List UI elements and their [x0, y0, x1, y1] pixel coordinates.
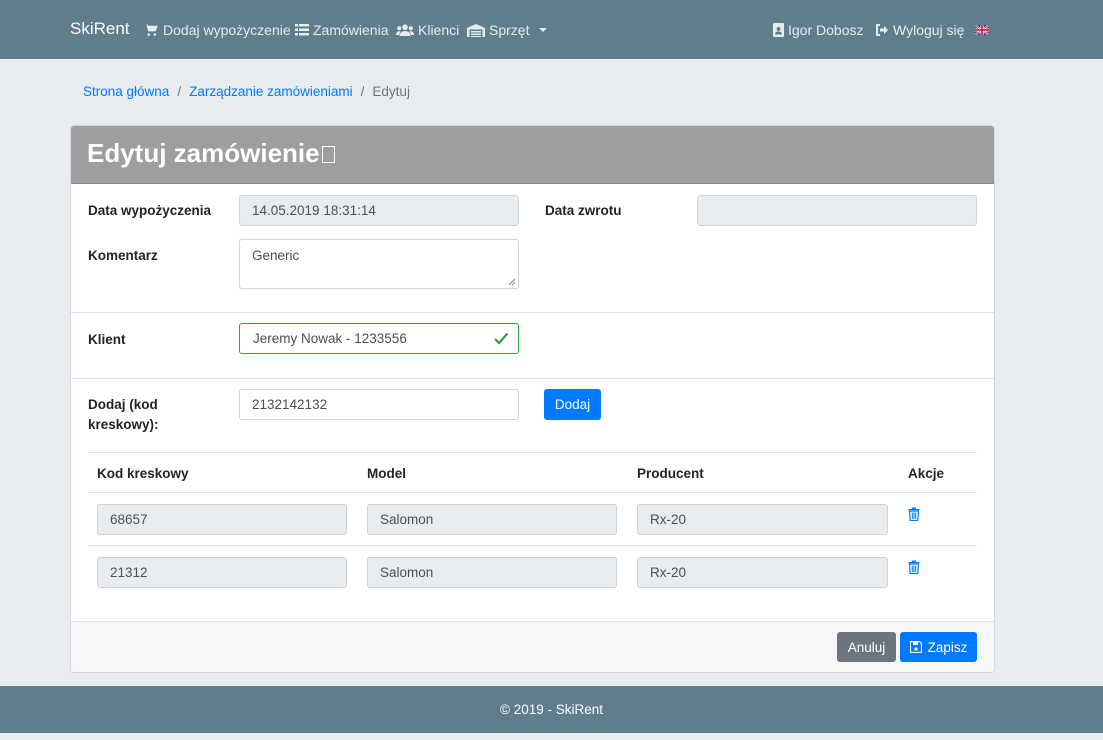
table-header-model: Model — [367, 466, 406, 481]
row-model-value: Salomon — [380, 565, 434, 580]
table-row-border — [88, 545, 977, 546]
nav-logout-label: Wyloguj się — [893, 22, 965, 38]
client-label: Klient — [88, 332, 126, 347]
nav-clients-label: Klienci — [418, 22, 460, 38]
row-barcode-field: 68657 — [97, 504, 347, 535]
client-select[interactable]: Jeremy Nowak - 1233556 — [239, 323, 519, 354]
nav-add-rental-label: Dodaj wypożyczenie — [163, 22, 291, 38]
id-badge-icon — [773, 23, 784, 37]
row-producer-field: Rx-20 — [637, 504, 888, 535]
chevron-down-icon — [539, 28, 548, 32]
card-header: Edytuj zamówienie — [71, 126, 994, 184]
breadcrumb-orders[interactable]: Zarządzanie zamówieniami — [189, 84, 353, 99]
page-title-text: Edytuj zamówienie — [87, 138, 320, 168]
breadcrumb: Strona główna / Zarządzanie zamówieniami… — [70, 72, 995, 111]
comment-label: Komentarz — [88, 248, 158, 263]
barcode-input[interactable]: 2132142132 — [239, 389, 519, 420]
cart-icon — [144, 24, 158, 36]
nav-user-profile[interactable]: Igor Dobosz — [773, 22, 863, 38]
bottom-strip — [0, 733, 1103, 740]
save-button-label: Zapisz — [927, 639, 968, 655]
list-icon — [295, 24, 309, 36]
nav-add-rental[interactable]: Dodaj wypożyczenie — [144, 22, 291, 38]
save-icon — [909, 641, 922, 653]
table-header-border — [88, 492, 977, 493]
nav-logout[interactable]: Wyloguj się — [875, 22, 964, 38]
nav-clients[interactable]: Klienci — [396, 22, 459, 38]
breadcrumb-separator: / — [177, 84, 182, 99]
client-value: Jeremy Nowak - 1233556 — [253, 331, 407, 346]
row-model-field: Salomon — [367, 504, 617, 535]
footer-copyright: © 2019 - SkiRent — [500, 702, 603, 717]
section-divider — [71, 312, 994, 313]
nav-equipment-dropdown[interactable]: Sprzęt — [467, 22, 548, 38]
breadcrumb-home[interactable]: Strona główna — [83, 84, 169, 99]
row-barcode-value: 21312 — [110, 565, 148, 580]
brand-logo[interactable]: SkiRent — [70, 19, 130, 39]
rental-date-label: Data wypożyczenia — [88, 203, 212, 218]
row-producer-value: Rx-20 — [650, 565, 687, 580]
check-valid-icon — [494, 333, 508, 345]
edit-order-card: Edytuj zamówienie Data wypożyczenia 14.0… — [70, 125, 995, 673]
comment-textarea[interactable]: Generic — [239, 239, 519, 289]
page-footer: © 2019 - SkiRent — [0, 686, 1103, 733]
uk-flag-icon[interactable] — [975, 25, 989, 35]
table-header-barcode: Kod kreskowy — [97, 466, 189, 481]
return-date-label: Data zwrotu — [545, 203, 622, 218]
row-model-field: Salomon — [367, 557, 617, 588]
return-date-field — [697, 195, 977, 226]
page-title: Edytuj zamówienie — [87, 138, 335, 169]
nav-user-label: Igor Dobosz — [788, 22, 864, 38]
nav-equipment-label: Sprzęt — [489, 22, 530, 38]
save-button[interactable]: Zapisz — [900, 632, 977, 662]
comment-value: Generic — [252, 248, 300, 263]
top-navbar: SkiRent Dodaj wypożyczenie Zamówienia Kl… — [0, 0, 1103, 59]
table-header-actions: Akcje — [908, 466, 945, 481]
nav-orders-label: Zamówienia — [313, 22, 389, 38]
warehouse-icon — [467, 23, 485, 37]
cancel-button[interactable]: Anuluj — [837, 632, 896, 662]
add-barcode-button[interactable]: Dodaj — [544, 389, 601, 420]
table-top-border — [88, 452, 977, 453]
row-barcode-value: 68657 — [110, 512, 148, 527]
trash-icon[interactable] — [908, 560, 920, 574]
trash-icon[interactable] — [908, 507, 920, 521]
card-footer: Anuluj Zapisz — [71, 621, 994, 672]
users-icon — [396, 24, 414, 36]
breadcrumb-separator: / — [360, 84, 365, 99]
barcode-input-value: 2132142132 — [252, 397, 328, 412]
resize-grip-icon[interactable] — [508, 278, 516, 286]
table-header-producer: Producent — [637, 466, 704, 481]
row-producer-value: Rx-20 — [650, 512, 687, 527]
add-barcode-label: Dodaj (kod kreskowy): — [88, 397, 159, 432]
section-divider — [71, 378, 994, 379]
rental-date-field: 14.05.2019 18:31:14 — [239, 195, 519, 226]
nav-orders[interactable]: Zamówienia — [295, 22, 388, 38]
breadcrumb-current: Edytuj — [372, 84, 410, 99]
row-barcode-field: 21312 — [97, 557, 347, 588]
missing-glyph-icon — [321, 146, 335, 163]
row-model-value: Salomon — [380, 512, 434, 527]
sign-out-icon — [876, 24, 888, 36]
rental-date-value: 14.05.2019 18:31:14 — [252, 203, 376, 218]
row-producer-field: Rx-20 — [637, 557, 888, 588]
